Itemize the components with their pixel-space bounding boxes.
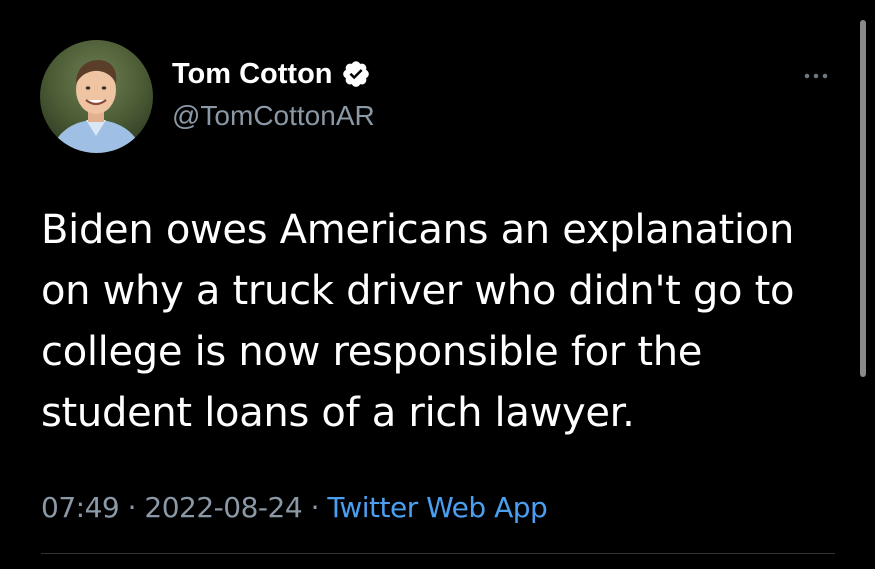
tweet-card: Tom Cotton @TomCottonAR Biden owes Ameri… bbox=[0, 0, 875, 569]
tweet-text: Biden owes Americans an explanation on w… bbox=[41, 207, 795, 436]
tweet-time[interactable]: 07:49 bbox=[41, 491, 120, 524]
tweet-metadata: 07:49 · 2022-08-24 · Twitter Web App bbox=[41, 490, 548, 526]
tweet-date[interactable]: 2022-08-24 bbox=[144, 491, 302, 524]
display-name[interactable]: Tom Cotton bbox=[172, 56, 333, 92]
avatar[interactable] bbox=[40, 40, 153, 153]
divider bbox=[41, 553, 835, 554]
meta-separator: · bbox=[310, 491, 320, 524]
author-name-row: Tom Cotton bbox=[172, 56, 371, 92]
scrollbar[interactable] bbox=[860, 20, 866, 377]
verified-badge-icon bbox=[341, 59, 371, 89]
user-handle[interactable]: @TomCottonAR bbox=[172, 98, 375, 134]
avatar-image bbox=[40, 40, 153, 153]
more-horizontal-icon[interactable] bbox=[798, 64, 834, 88]
tweet-source-link[interactable]: Twitter Web App bbox=[327, 491, 547, 524]
meta-separator: · bbox=[127, 491, 137, 524]
